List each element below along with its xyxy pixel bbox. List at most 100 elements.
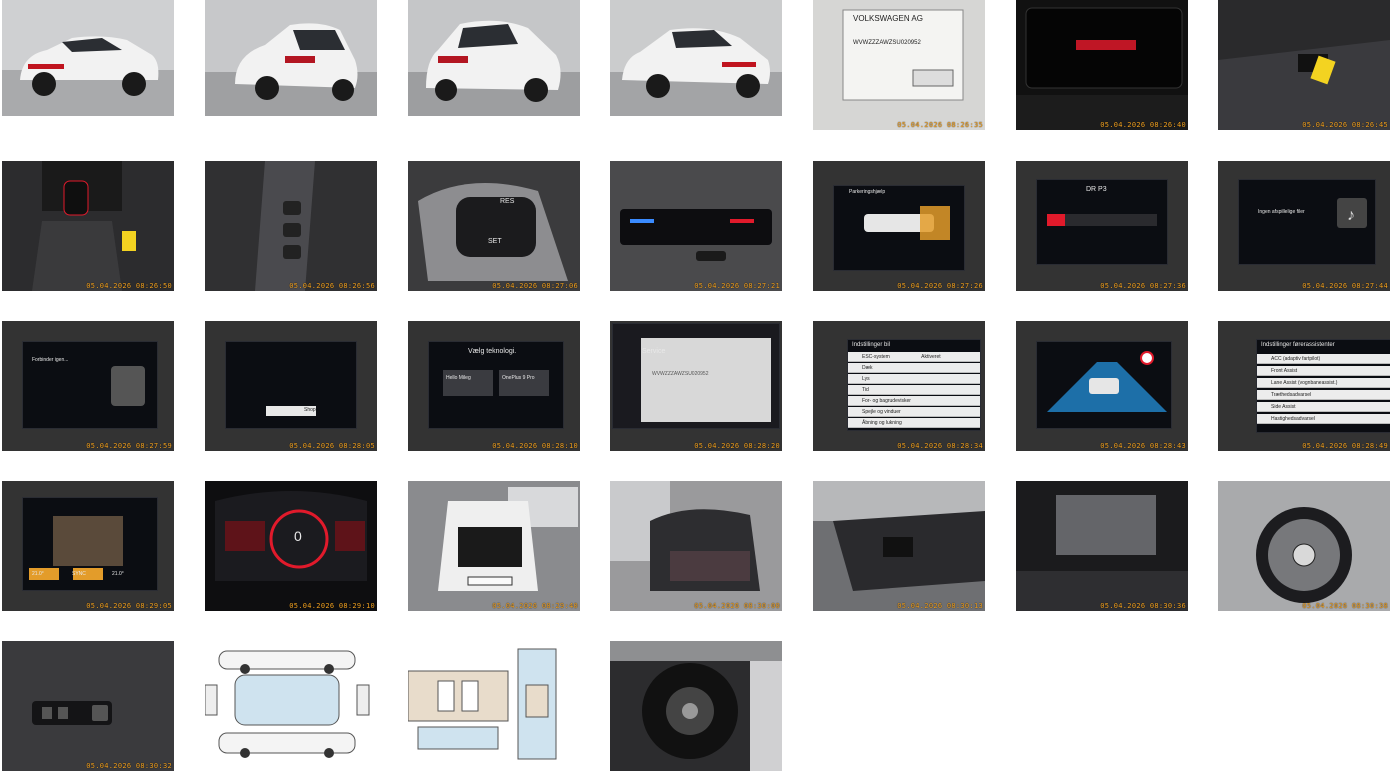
settings-row-label: Lys <box>862 376 870 382</box>
photo-app-connect-screen[interactable]: Vælg teknologi. Hello Mileg OnePlus 9 Pr… <box>408 321 580 451</box>
car-image <box>2 0 174 116</box>
climate-image <box>610 161 782 291</box>
settings-row-label: Side Assist <box>1271 404 1296 410</box>
vin-number: WVWZZZAWZSU020952 <box>853 40 921 46</box>
photo-damage-diagram-interior[interactable] <box>408 641 580 771</box>
settings-row-label: For- og bagrudevisker <box>862 398 911 404</box>
svg-text:♪: ♪ <box>1347 207 1355 224</box>
photo-instrument-cluster-off[interactable]: 05.04.2026 08:26:40 <box>1016 0 1188 130</box>
settings-row[interactable]: Side Assist <box>1257 402 1390 412</box>
shifter-image <box>2 161 174 291</box>
photo-timestamp: 05.04.2026 08:28:43 <box>1100 442 1186 450</box>
photo-car-settings-screen[interactable]: Indstillinger bil ESC-system Aktiveret D… <box>813 321 985 451</box>
photo-gallery: VOLKSWAGEN AG WVWZZZAWZSU020952 05.04.20… <box>0 0 1398 772</box>
photo-exterior-rear-right[interactable] <box>408 0 580 116</box>
settings-row[interactable]: Front Assist <box>1257 366 1390 376</box>
settings-row[interactable]: Spejle og vinduer <box>848 407 980 417</box>
photo-radio-screen[interactable]: DR P3 05.04.2026 08:27:36 <box>1016 161 1188 291</box>
settings-row[interactable]: ESC-system Aktiveret <box>848 352 980 362</box>
settings-row-label: ESC-system <box>862 354 890 360</box>
connect-title: Vælg teknologi. <box>468 348 517 355</box>
photo-climate-panel[interactable]: 05.04.2026 08:27:21 <box>610 161 782 291</box>
photo-timestamp: 05.04.2026 08:30:13 <box>897 602 983 610</box>
device-2: OnePlus 9 Pro <box>502 375 535 381</box>
photo-exterior-front-left[interactable] <box>2 0 174 116</box>
settings-row-label: Hastighedsadvarsel <box>1271 416 1315 422</box>
photo-timestamp: 05.04.2026 08:30:36 <box>1100 602 1186 610</box>
parking-visual <box>864 206 950 240</box>
photo-steering-wheel[interactable]: 05.04.2026 08:30:38 <box>1218 481 1390 611</box>
settings-row-label: Front Assist <box>1271 368 1298 374</box>
infotainment-screen: Indstillinger bil ESC-system Aktiveret D… <box>847 339 981 431</box>
settings-row[interactable]: ACC (adaptiv fartpilot) <box>1257 354 1390 364</box>
settings-row[interactable]: Hastighedsadvarsel <box>1257 414 1390 424</box>
photo-rear-seats[interactable]: 05.04.2026 08:30:00 <box>610 481 782 611</box>
settings-row-label: ACC (adaptiv fartpilot) <box>1271 356 1321 362</box>
photo-timestamp: 05.04.2026 08:29:40 <box>492 602 578 610</box>
key-fob-image <box>1218 0 1390 130</box>
photo-seat-climate-screen[interactable]: 21.0° SYNC 21.0° 05.04.2026 08:29:05 <box>2 481 174 611</box>
rear-seats-image <box>610 481 782 611</box>
trunk-image <box>408 481 580 611</box>
photo-phone-screen[interactable]: Forbinder igen... 05.04.2026 08:27:59 <box>2 321 174 451</box>
photo-timestamp: 05.04.2026 08:26:35 <box>897 121 983 129</box>
infotainment-screen <box>1036 341 1172 429</box>
parking-title: Parkeringshjælp <box>849 189 886 195</box>
settings-row[interactable]: For- og bagrudevisker <box>848 396 980 406</box>
photo-damage-diagram-exterior[interactable] <box>205 641 377 771</box>
photo-driver-assist-settings[interactable]: Indstillinger førerassistenter ACC (adap… <box>1218 321 1390 451</box>
cockpit-image <box>205 481 377 611</box>
settings-row-label: Trætheds­advarsel <box>1271 392 1312 398</box>
infotainment-screen: Indstillinger førerassistenter ACC (adap… <box>1256 339 1390 433</box>
photo-media-screen[interactable]: ♪ Ingen afspillelige filer 05.04.2026 08… <box>1218 161 1390 291</box>
photo-gear-shifter[interactable]: 05.04.2026 08:26:50 <box>2 161 174 291</box>
photo-timestamp: 05.04.2026 08:28:10 <box>492 442 578 450</box>
photo-navigation-shop-screen[interactable]: Shop 05.04.2026 08:28:05 <box>205 321 377 451</box>
infotainment-screen: ♪ <box>1238 179 1376 265</box>
photo-timestamp: 05.04.2026 08:27:36 <box>1100 282 1186 290</box>
photo-parking-aid-screen[interactable]: Parkeringshjælp 05.04.2026 08:27:26 <box>813 161 985 291</box>
sunroof-image <box>1016 481 1188 611</box>
car-image <box>408 0 580 116</box>
photo-timestamp: 05.04.2026 08:26:50 <box>86 282 172 290</box>
door-panel-image <box>2 641 174 771</box>
photo-timestamp: 05.04.2026 08:30:38 <box>1302 602 1388 610</box>
photo-steering-wheel-controls[interactable]: RES SET 05.04.2026 08:27:06 <box>408 161 580 291</box>
photo-timestamp: 05.04.2026 08:26:56 <box>289 282 375 290</box>
photo-door-panel-buttons[interactable]: 05.04.2026 08:30:32 <box>2 641 174 771</box>
settings-row[interactable]: Lane Assist (vognbaneassist.) <box>1257 378 1390 388</box>
settings-row[interactable]: Tid <box>848 385 980 395</box>
settings-title: Indstillinger bil <box>852 342 891 348</box>
settings-row[interactable]: Dæk <box>848 363 980 373</box>
photo-key-fob-seat[interactable]: 05.04.2026 08:26:45 <box>1218 0 1390 130</box>
shop-visual <box>266 406 316 416</box>
settings-row-label: Dæk <box>862 365 873 371</box>
photo-driver-assist-visual[interactable]: 05.04.2026 08:28:43 <box>1016 321 1188 451</box>
settings-row-label: Åbning og lukning <box>862 420 902 426</box>
photo-service-screen[interactable]: Service WVWZZZAWZSU020952 05.04.2026 08:… <box>610 321 782 451</box>
settings-row[interactable]: Åbning og lukning <box>848 418 980 428</box>
service-title: Service <box>642 348 666 355</box>
damage-diagram-image <box>205 641 377 771</box>
settings-row[interactable]: Lys <box>848 374 980 384</box>
photo-vin-plate[interactable]: VOLKSWAGEN AG WVWZZZAWZSU020952 05.04.20… <box>813 0 985 130</box>
photo-spare-wheel[interactable] <box>610 641 782 771</box>
photo-timestamp: 05.04.2026 08:26:40 <box>1100 121 1186 129</box>
photo-timestamp: 05.04.2026 08:27:44 <box>1302 282 1388 290</box>
photo-drive-mode-buttons[interactable]: 05.04.2026 08:26:56 <box>205 161 377 291</box>
photo-dashboard-interior[interactable]: 05.04.2026 08:30:13 <box>813 481 985 611</box>
shop-button: Shop <box>304 407 316 413</box>
settings-row[interactable]: Trætheds­advarsel <box>1257 390 1390 400</box>
photo-timestamp: 05.04.2026 08:27:26 <box>897 282 983 290</box>
dashboard-image <box>813 481 985 611</box>
photo-sunroof-interior[interactable]: 05.04.2026 08:30:36 <box>1016 481 1188 611</box>
station-name: DR P3 <box>1086 186 1107 193</box>
photo-exterior-front-right[interactable] <box>610 0 782 116</box>
photo-trunk-open[interactable]: 05.04.2026 08:29:40 <box>408 481 580 611</box>
interior-diagram-image <box>408 641 580 771</box>
vin-plate-maker: VOLKSWAGEN AG <box>853 14 923 23</box>
photo-timestamp: 05.04.2026 08:27:21 <box>694 282 780 290</box>
settings-row-label: Spejle og vinduer <box>862 409 901 415</box>
photo-digital-cockpit-on[interactable]: 0 05.04.2026 08:29:10 <box>205 481 377 611</box>
photo-exterior-rear-left[interactable] <box>205 0 377 116</box>
